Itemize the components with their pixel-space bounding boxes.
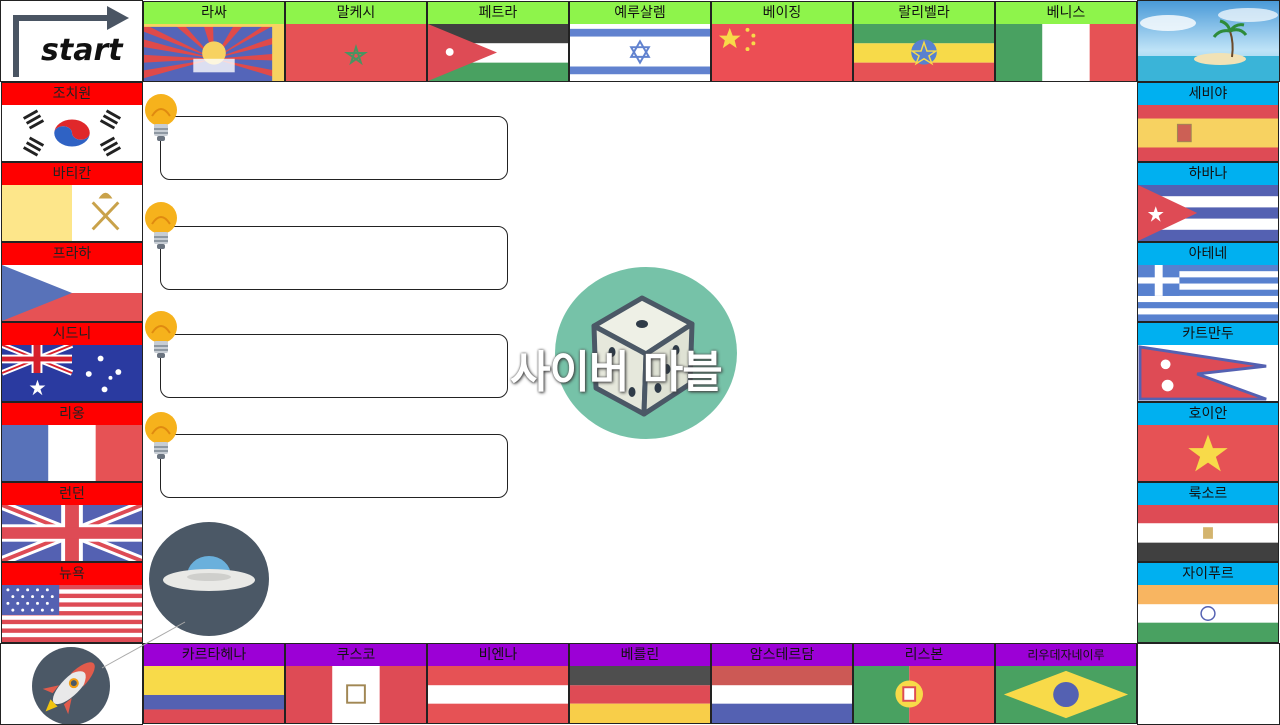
tile-right-4[interactable]: 호이안 — [1137, 402, 1279, 482]
start-label: start — [41, 33, 123, 68]
tile-top-6[interactable]: 베니스 — [995, 1, 1137, 82]
vietnam-flag-icon — [1138, 425, 1278, 481]
question-box-2[interactable] — [160, 226, 508, 290]
tibet-flag-icon — [144, 24, 284, 81]
tile-label: 쿠스코 — [286, 644, 426, 666]
tile-bottom-3[interactable]: 베를린 — [569, 643, 711, 724]
tile-label: 카트만두 — [1138, 323, 1278, 345]
tile-label: 바티칸 — [2, 163, 142, 185]
tile-label: 아테네 — [1138, 243, 1278, 265]
tile-right-1[interactable]: 하바나 — [1137, 162, 1279, 242]
tile-top-5[interactable]: 랄리벨라 — [853, 1, 995, 82]
netherlands-flag-icon — [712, 666, 852, 723]
tile-label: 말케시 — [286, 2, 426, 24]
tile-right-5[interactable]: 룩소르 — [1137, 482, 1279, 562]
portugal-flag-icon — [854, 666, 994, 723]
greece-flag-icon — [1138, 265, 1278, 321]
question-box-3[interactable] — [160, 334, 508, 398]
austria-flag-icon — [428, 666, 568, 723]
tile-label: 조치원 — [2, 83, 142, 105]
morocco-flag-icon — [286, 24, 426, 81]
tile-label: 리옹 — [2, 403, 142, 425]
tile-bottom-5[interactable]: 리스본 — [853, 643, 995, 724]
tile-label: 리스본 — [854, 644, 994, 666]
tile-left-0[interactable]: 조치원 — [1, 82, 143, 162]
colombia-flag-icon — [144, 666, 284, 723]
start-corner[interactable]: start — [0, 0, 143, 82]
tile-label: 시드니 — [2, 323, 142, 345]
germany-flag-icon — [570, 666, 710, 723]
tile-label: 자이푸르 — [1138, 563, 1278, 585]
tile-label: 프라하 — [2, 243, 142, 265]
tile-bottom-2[interactable]: 비엔나 — [427, 643, 569, 724]
island-icon — [1138, 1, 1279, 81]
brazil-flag-icon — [996, 666, 1136, 723]
tile-label: 베이징 — [712, 2, 852, 24]
tile-label: 페트라 — [428, 2, 568, 24]
tile-label: 런던 — [2, 483, 142, 505]
tile-label: 뉴욕 — [2, 563, 142, 585]
tile-label: 예루살렘 — [570, 2, 710, 24]
tile-label: 라싸 — [144, 2, 284, 24]
india-flag-icon — [1138, 585, 1278, 642]
tile-top-2[interactable]: 페트라 — [427, 1, 569, 82]
tile-label: 랄리벨라 — [854, 2, 994, 24]
tile-bottom-4[interactable]: 암스테르담 — [711, 643, 853, 724]
tile-right-2[interactable]: 아테네 — [1137, 242, 1279, 322]
uk-flag-icon — [2, 505, 142, 561]
israel-flag-icon — [570, 24, 710, 81]
tile-left-3[interactable]: 시드니 — [1, 322, 143, 402]
australia-flag-icon — [2, 345, 142, 401]
tile-left-4[interactable]: 리옹 — [1, 402, 143, 482]
tile-label: 베를린 — [570, 644, 710, 666]
cuba-flag-icon — [1138, 185, 1278, 241]
lightbulb-icon — [145, 311, 177, 358]
czech-flag-icon — [2, 265, 142, 321]
tile-left-1[interactable]: 바티칸 — [1, 162, 143, 242]
tile-top-1[interactable]: 말케시 — [285, 1, 427, 82]
tile-top-4[interactable]: 베이징 — [711, 1, 853, 82]
ethiopia-flag-icon — [854, 24, 994, 81]
question-box-4[interactable] — [160, 434, 508, 498]
tile-label: 룩소르 — [1138, 483, 1278, 505]
spain-flag-icon — [1138, 105, 1278, 161]
tile-right-6[interactable]: 자이푸르 — [1137, 562, 1279, 643]
ufo-icon[interactable] — [149, 522, 269, 636]
china-flag-icon — [712, 24, 852, 81]
blank-corner[interactable] — [1137, 643, 1280, 725]
lightbulb-icon — [145, 94, 177, 141]
tile-right-0[interactable]: 세비야 — [1137, 82, 1279, 162]
tile-label: 베니스 — [996, 2, 1136, 24]
tile-label: 리우데자네이루 — [996, 644, 1136, 666]
nepal-flag-icon — [1138, 345, 1278, 401]
tile-label: 호이안 — [1138, 403, 1278, 425]
tile-label: 하바나 — [1138, 163, 1278, 185]
tile-top-3[interactable]: 예루살렘 — [569, 1, 711, 82]
france-flag-icon — [2, 425, 142, 481]
peru-flag-icon — [286, 666, 426, 723]
tile-top-0[interactable]: 라싸 — [143, 1, 285, 82]
tile-right-3[interactable]: 카트만두 — [1137, 322, 1279, 402]
lightbulb-icon — [145, 412, 177, 459]
tile-label: 세비야 — [1138, 83, 1278, 105]
egypt-flag-icon — [1138, 505, 1278, 561]
tile-left-2[interactable]: 프라하 — [1, 242, 143, 322]
tile-label: 암스테르담 — [712, 644, 852, 666]
game-title: 사이버 마블 — [510, 347, 723, 398]
lightbulb-icon — [145, 202, 177, 249]
question-box-1[interactable] — [160, 116, 508, 180]
korea-flag-icon — [2, 105, 142, 161]
tile-bottom-1[interactable]: 쿠스코 — [285, 643, 427, 724]
tile-left-5[interactable]: 런던 — [1, 482, 143, 562]
tile-bottom-6[interactable]: 리우데자네이루 — [995, 643, 1137, 724]
vatican-flag-icon — [2, 185, 142, 241]
island-corner[interactable] — [1137, 0, 1280, 82]
beam-line — [101, 621, 186, 669]
tile-label: 비엔나 — [428, 644, 568, 666]
jordan-flag-icon — [428, 24, 568, 81]
italy-flag-icon — [996, 24, 1136, 81]
